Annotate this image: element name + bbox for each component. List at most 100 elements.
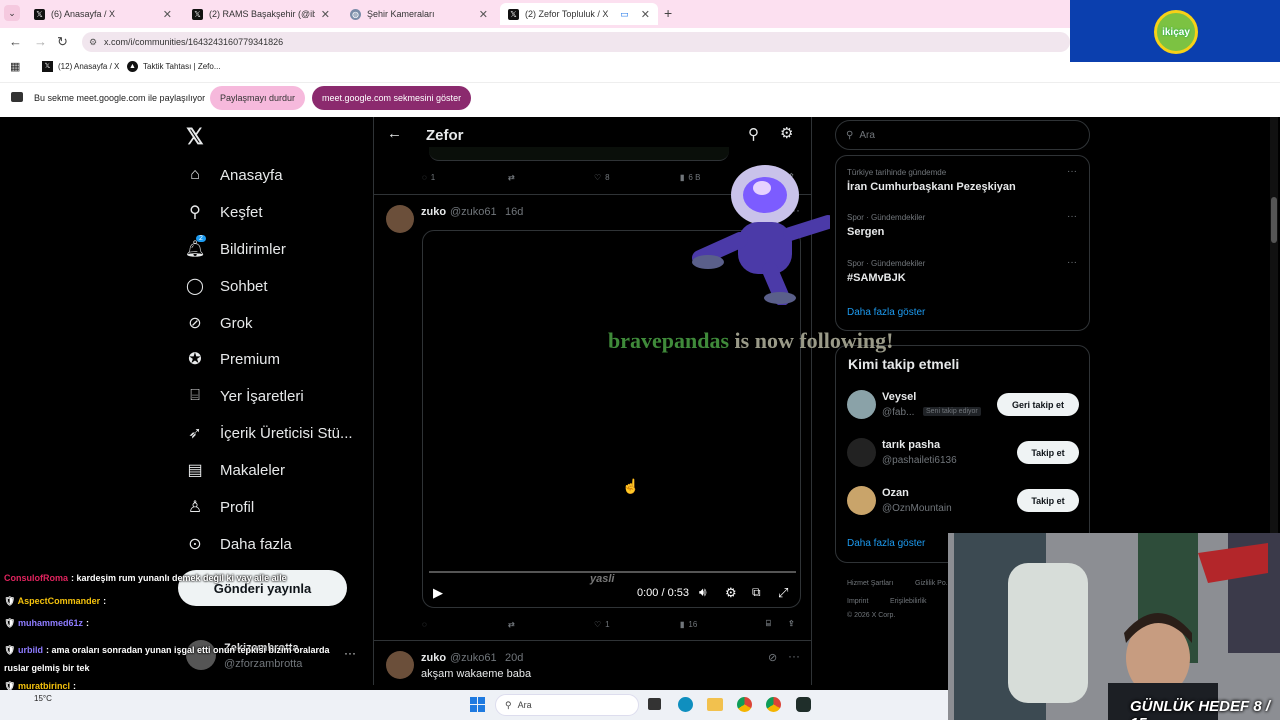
share-button[interactable]: ⇪	[788, 619, 795, 628]
settings-icon[interactable]: ⚙	[725, 585, 737, 601]
sidebar-item-grok[interactable]: ⊘ Grok	[186, 314, 252, 333]
address-bar[interactable]: ⚙ x.com/i/communities/164324316077934182…	[82, 32, 1070, 52]
user-name[interactable]: tarık pasha	[882, 439, 940, 451]
post-author[interactable]: zuko	[421, 206, 446, 218]
footer-link[interactable]: Imprint	[847, 598, 868, 605]
taskbar-search[interactable]: ⚲ Ara	[495, 694, 639, 716]
follower-name: bravepandas	[608, 328, 730, 353]
sidebar-item-icerik-ureticisi[interactable]: ➶ İçerik Üreticisi Stü...	[186, 424, 352, 443]
apps-icon[interactable]: ▦	[10, 58, 20, 74]
sidebar-item-premium[interactable]: ✪ Premium	[186, 350, 280, 369]
chrome-active-icon[interactable]	[766, 697, 781, 712]
bookmark-button[interactable]: ⌸	[766, 619, 771, 629]
search-input[interactable]: ⚲ Ara	[835, 120, 1090, 150]
start-button[interactable]	[470, 697, 485, 712]
bookmark-taktik[interactable]: ▲ Taktik Tahtası | Zefo...	[127, 58, 221, 74]
grok-icon[interactable]: ⊘	[768, 651, 777, 664]
follow-back-button[interactable]: Geri takip et	[997, 393, 1079, 416]
repost-button[interactable]: ⇄	[508, 173, 515, 182]
chrome-icon[interactable]	[737, 697, 752, 712]
taktik-logo-icon: ▲	[127, 60, 138, 72]
post-author[interactable]: zuko	[421, 652, 446, 664]
post-more-icon[interactable]: ···	[788, 649, 800, 663]
volume-icon[interactable]: 🔊︎	[699, 585, 707, 600]
trend-more-icon[interactable]: ···	[1067, 211, 1077, 222]
account-more-icon[interactable]: ···	[344, 646, 356, 660]
like-button[interactable]: ♡ 8	[594, 173, 610, 182]
trend-item[interactable]: Spor · Gündemdekiler Sergen ···	[847, 211, 1081, 238]
user-name[interactable]: Veysel	[882, 391, 916, 403]
windows-logo-icon	[470, 697, 477, 704]
trend-more-icon[interactable]: ···	[1067, 257, 1077, 268]
fullscreen-icon[interactable]: ⤢	[778, 585, 788, 601]
new-tab-button[interactable]: +	[664, 5, 672, 21]
trend-item[interactable]: Spor · Gündemdekiler #SAMvBJK ···	[847, 257, 1081, 284]
sidebar-item-daha-fazla[interactable]: ⊙ Daha fazla	[186, 535, 291, 554]
tab-rams[interactable]: 𝕏 (2) RAMS Başakşehir (@ibfk2014 ✕	[184, 3, 338, 25]
file-explorer-icon[interactable]	[707, 698, 723, 711]
views-button[interactable]: ▮ 16	[680, 620, 697, 629]
trends-show-more-link[interactable]: Daha fazla göster	[847, 307, 925, 318]
sidebar-item-makaleler[interactable]: ▤ Makaleler	[186, 461, 285, 480]
picture-in-picture-icon[interactable]: ⧉	[752, 585, 761, 600]
premium-icon: ✪	[188, 351, 202, 368]
heart-icon: ♡	[594, 173, 602, 182]
footer-link[interactable]: Erişilebilirlik	[890, 598, 927, 605]
stop-sharing-button[interactable]: Paylaşmayı durdur	[210, 86, 306, 110]
user-name[interactable]: Ozan	[882, 487, 909, 499]
reply-button[interactable]: ◌	[422, 620, 427, 629]
sidebar-item-kesfet[interactable]: ⚲ Keşfet	[186, 203, 262, 222]
author-avatar[interactable]	[386, 205, 414, 233]
tab-list-button[interactable]: ⌄	[4, 5, 20, 21]
who-to-follow-show-more-link[interactable]: Daha fazla göster	[847, 538, 925, 549]
user-avatar[interactable]	[847, 390, 876, 419]
trend-item[interactable]: Türkiye tarihinde gündemde İran Cumhurba…	[847, 166, 1081, 193]
close-icon[interactable]: ✕	[163, 8, 172, 21]
close-icon[interactable]: ✕	[641, 8, 650, 21]
page-title: Zefor	[426, 127, 464, 144]
search-icon: ⚲	[846, 129, 854, 141]
follow-button[interactable]: Takip et	[1017, 441, 1079, 464]
gear-icon[interactable]: ⚙	[780, 124, 793, 142]
edge-browser-icon[interactable]	[678, 697, 693, 712]
follow-button[interactable]: Takip et	[1017, 489, 1079, 512]
footer-link[interactable]: Hizmet Şartları	[847, 580, 893, 587]
person-icon: ♙	[187, 499, 203, 516]
user-avatar[interactable]	[847, 438, 876, 467]
task-view-icon[interactable]	[648, 698, 661, 710]
tab-zefor[interactable]: 𝕏 (2) Zefor Topluluk / X ▭ ✕	[500, 3, 658, 25]
post-handle[interactable]: @zuko61	[450, 652, 497, 664]
author-avatar[interactable]	[386, 651, 414, 679]
like-button[interactable]: ♡ 1	[594, 620, 610, 629]
close-icon[interactable]: ✕	[321, 8, 330, 21]
trend-more-icon[interactable]: ···	[1067, 166, 1077, 177]
chat-message: 🛡︎ urbild: ama oraları sonradan yunan iş…	[4, 645, 330, 673]
sidebar-item-profil[interactable]: ♙ Profil	[186, 498, 254, 517]
play-icon[interactable]: ▶	[433, 585, 443, 601]
search-icon[interactable]: ⚲	[748, 125, 759, 143]
sidebar-item-bildirimler[interactable]: 🔔︎ 2 Bildirimler	[185, 235, 286, 258]
x-logo-icon[interactable]: 𝕏	[186, 124, 204, 150]
bookmark-anasayfa[interactable]: 𝕏 (12) Anasayfa / X	[42, 58, 119, 74]
post-handle[interactable]: @zuko61	[450, 206, 497, 218]
footer-link[interactable]: Gizlilik Po...	[915, 580, 952, 587]
user-avatar[interactable]	[847, 486, 876, 515]
close-icon[interactable]: ✕	[479, 8, 488, 21]
reply-button[interactable]: ◌ 1	[422, 173, 435, 182]
sidebar-item-sohbet[interactable]: ◯ Sohbet	[186, 277, 268, 296]
reload-button[interactable]: ↻	[57, 34, 68, 50]
forward-button[interactable]: →	[34, 34, 47, 49]
tab-anasayfa[interactable]: 𝕏 (6) Anasayfa / X ✕	[26, 3, 180, 25]
sidebar-item-yer-isaretleri[interactable]: ⌸ Yer İşaretleri	[186, 387, 303, 405]
back-button[interactable]: ←	[9, 34, 22, 49]
scrollbar-thumb[interactable]	[1271, 197, 1277, 243]
back-arrow-icon[interactable]: ←	[387, 125, 402, 142]
tab-sehir-kameralari[interactable]: ◍ Şehir Kameraları ✕	[342, 3, 496, 25]
sidebar-item-anasayfa[interactable]: ⌂ Anasayfa	[186, 166, 282, 184]
weather-temperature[interactable]: 15°C	[34, 694, 52, 703]
follow-alert-text: is now following!	[734, 328, 894, 353]
site-info-icon[interactable]: ⚙	[89, 37, 97, 48]
repost-button[interactable]: ⇄	[508, 620, 515, 629]
show-meet-tab-button[interactable]: meet.google.com sekmesini göster	[312, 86, 472, 110]
obs-icon[interactable]	[796, 697, 811, 712]
